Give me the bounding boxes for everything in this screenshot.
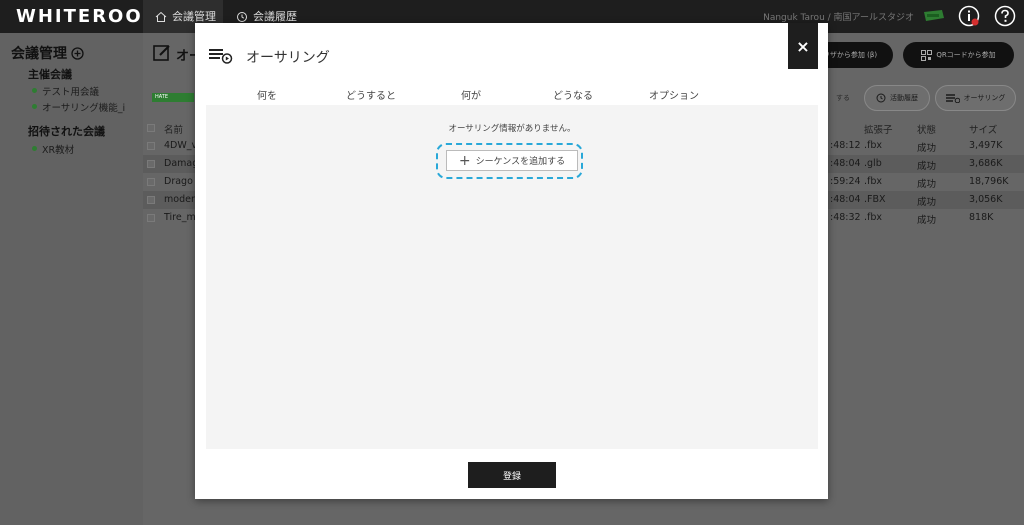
add-sequence-button[interactable]: + シーケンスを追加する (446, 150, 578, 171)
row-status: 成功 (917, 179, 937, 190)
bullet-icon (32, 146, 37, 151)
register-label: 登録 (502, 471, 521, 482)
modal-title: オーサリング (246, 50, 330, 66)
column-result: どうなる (553, 91, 593, 102)
row-name: Drago (164, 176, 193, 187)
row-size: 3,497K (969, 140, 1003, 151)
help-icon[interactable] (994, 5, 1016, 27)
add-circle-icon[interactable] (71, 46, 84, 60)
action-label: する (836, 94, 850, 102)
sidebar-item-invited[interactable]: XR教材 (42, 142, 137, 156)
row-status: 成功 (917, 215, 937, 226)
row-name: moder (164, 194, 195, 205)
vr-headset-icon[interactable] (922, 8, 946, 24)
row-time: :48:12 (830, 140, 861, 151)
activity-history-label: 活動履歴 (890, 94, 918, 102)
authoring-label: オーサリング (963, 94, 1006, 102)
sidebar-title: 会議管理 (11, 43, 84, 63)
history-icon (237, 11, 247, 22)
row-status: 成功 (917, 161, 937, 172)
home-icon (155, 11, 167, 22)
join-qr-button[interactable]: QRコードから参加 (903, 42, 1014, 68)
bullet-icon (32, 88, 37, 93)
row-time: :48:04 (830, 158, 861, 169)
close-button[interactable]: × (788, 23, 818, 69)
history-icon (876, 93, 886, 103)
hosted-heading: 主催会議 (28, 68, 72, 81)
row-ext: .fbx (864, 212, 883, 223)
sidebar-item-hosted[interactable]: オーサリング機能_i (42, 100, 137, 114)
sidebar-item-hosted[interactable]: テスト用会議 (42, 84, 137, 98)
activity-history-button[interactable]: 活動履歴 (864, 85, 930, 111)
empty-message: オーサリング情報がありません。 (448, 124, 576, 134)
invited-heading: 招待された会議 (28, 125, 105, 138)
column-option: オプション (649, 91, 699, 102)
row-ext: .glb (864, 158, 882, 169)
row-time: :48:04 (830, 194, 861, 205)
join-browser-label: ウザから参加 (β) (822, 51, 878, 59)
plus-icon: + (458, 152, 471, 169)
row-checkbox[interactable] (147, 196, 155, 204)
col-status[interactable]: 状態 (917, 122, 936, 136)
column-how: どうすると (346, 91, 396, 102)
column-what-target: 何が (461, 91, 481, 102)
authoring-modal: × オーサリング 何を どうすると 何が どうなる オプション オーサリング情報… (195, 23, 828, 499)
join-qr-label: QRコードから参加 (936, 51, 996, 59)
row-checkbox[interactable] (147, 178, 155, 186)
close-icon: × (796, 36, 810, 56)
edit-icon (153, 45, 170, 61)
authoring-icon (209, 49, 233, 64)
sequence-panel: オーサリング情報がありません。 + シーケンスを追加する (206, 105, 818, 449)
sidebar-title-text: 会議管理 (11, 46, 67, 62)
row-time: :48:32 (830, 212, 861, 223)
sidebar: 会議管理 主催会議 テスト用会議 オーサリング機能_i 招待された会議 XR教材 (0, 33, 143, 525)
row-status: 成功 (917, 143, 937, 154)
col-name[interactable]: 名前 (164, 122, 183, 136)
select-all-checkbox[interactable] (147, 124, 155, 132)
col-ext[interactable]: 拡張子 (864, 122, 893, 136)
row-size: 3,056K (969, 194, 1003, 205)
app-logo[interactable]: WHITEROOM (16, 6, 163, 27)
status-badge: HATE (152, 93, 194, 102)
row-name: Tire_m (164, 212, 196, 223)
col-size[interactable]: サイズ (969, 122, 997, 136)
row-size: 18,796K (969, 176, 1009, 187)
row-ext: .fbx (864, 176, 883, 187)
row-status: 成功 (917, 197, 937, 208)
action-button[interactable]: する (829, 85, 857, 111)
row-checkbox[interactable] (147, 160, 155, 168)
authoring-button[interactable]: オーサリング (935, 85, 1016, 111)
column-what: 何を (257, 91, 277, 102)
user-name[interactable]: Nanguk Tarou / 南国アールスタジオ (763, 10, 914, 23)
row-checkbox[interactable] (147, 214, 155, 222)
row-ext: .fbx (864, 140, 883, 151)
info-icon[interactable] (958, 5, 980, 27)
qr-code-icon (921, 49, 933, 61)
row-time: :59:24 (830, 176, 861, 187)
row-ext: .FBX (864, 194, 886, 205)
row-size: 3,686K (969, 158, 1003, 169)
row-name: 4DW_v (164, 140, 198, 151)
bullet-icon (32, 104, 37, 109)
row-checkbox[interactable] (147, 142, 155, 150)
row-name: Damag (164, 158, 199, 169)
authoring-icon (945, 93, 960, 103)
add-sequence-label: シーケンスを追加する (475, 157, 566, 167)
register-button[interactable]: 登録 (468, 462, 556, 488)
row-size: 818K (969, 212, 994, 223)
